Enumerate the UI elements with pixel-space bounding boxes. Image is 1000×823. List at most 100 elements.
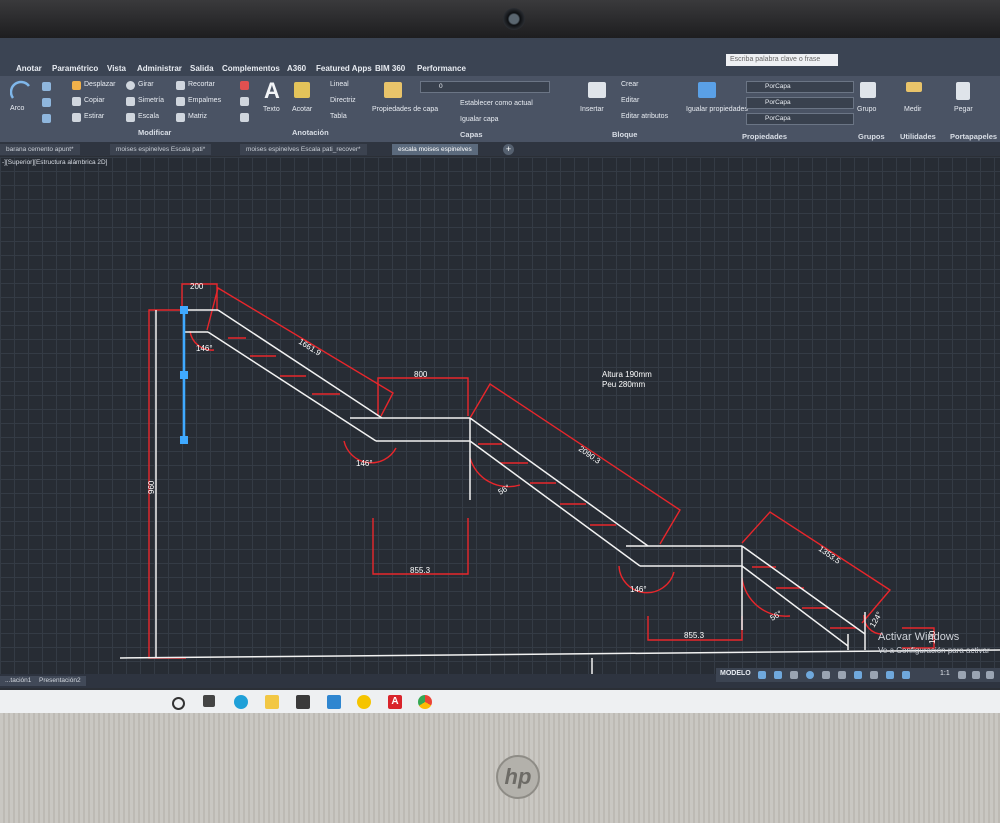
new-tab-plus-icon[interactable]: + [503,144,514,155]
osnap-icon[interactable] [822,671,830,679]
dim-height-total[interactable]: 960 [147,480,156,494]
workspace-gear-icon[interactable] [958,671,966,679]
annotation-visibility-icon[interactable] [886,671,894,679]
insert-button[interactable]: Insertar [580,106,604,113]
measure-button[interactable]: Medir [904,106,922,113]
fillet-button[interactable]: Empalmes [188,97,221,104]
tab-performance[interactable]: Performance [417,64,466,73]
edit-attributes-button[interactable]: Editar atributos [621,113,668,120]
scale-button[interactable]: Escala [138,113,159,120]
move-button[interactable]: Desplazar [84,81,116,88]
plus-icon[interactable] [972,671,980,679]
array-button[interactable]: Matriz [188,113,207,120]
group-icon[interactable] [860,82,876,98]
autoscale-icon[interactable] [902,671,910,679]
group-label-modificar[interactable]: Modificar [138,128,171,137]
store-icon[interactable] [296,695,310,709]
doc-tab-escala-pati[interactable]: moises espinelves Escala pati* [110,144,212,155]
layer-dropdown[interactable]: 0 [420,81,550,93]
dim-base-855-b[interactable]: 855.3 [684,631,705,640]
grid-icon[interactable] [758,671,766,679]
match-properties-icon[interactable] [698,82,716,98]
note-peu[interactable]: Peu 280mm [602,380,645,389]
match-properties-button[interactable]: Igualar propiedades [686,106,748,113]
doc-tab-barana[interactable]: barana cemento apunt* [0,144,80,155]
transparency-icon[interactable] [870,671,878,679]
linetype-dropdown[interactable]: PorCapa [746,97,854,109]
edit-block-button[interactable]: Editar [621,97,639,104]
group-label-portapapeles[interactable]: Portapapeles [950,132,997,141]
snap-icon[interactable] [774,671,782,679]
lineweight-dropdown[interactable]: PorCapa [746,113,854,125]
mail-icon[interactable] [327,695,341,709]
group-label-bloque[interactable]: Bloque [612,130,637,139]
group-label-anotacion[interactable]: Anotación [292,128,329,137]
arc-button[interactable]: Arco [10,105,24,112]
group-label-grupos[interactable]: Grupos [858,132,885,141]
dim-flight3-length[interactable]: 1353.5 [817,544,843,566]
copy-button[interactable]: Copiar [84,97,105,104]
tab-a360[interactable]: A360 [287,64,306,73]
tab-parametrico[interactable]: Paramétrico [52,64,98,73]
rectangle-icon[interactable] [42,114,51,123]
group-label-capas[interactable]: Capas [460,130,483,139]
drawing-canvas[interactable]: -][Superior][Estructura alámbrica 2D] 20… [0,157,1000,674]
dim-angle-146-c[interactable]: 146° [630,585,647,594]
polyline-icon[interactable] [42,82,51,91]
paste-icon[interactable] [956,82,970,100]
layout-tab-2[interactable]: Presentación2 [34,676,86,686]
leader-button[interactable]: Directriz [330,97,356,104]
paste-button[interactable]: Pegar [954,106,973,113]
offset-icon[interactable] [240,113,249,122]
tab-vista[interactable]: Vista [107,64,126,73]
doc-tab-escala-pati-recover[interactable]: moises espinelves Escala pati_recover* [240,144,367,155]
norton-icon[interactable] [357,695,371,709]
file-explorer-icon[interactable] [265,695,279,709]
match-layer-button[interactable]: Igualar capa [460,116,499,123]
text-icon[interactable]: A [264,78,280,104]
tab-salida[interactable]: Salida [190,64,214,73]
customize-icon[interactable] [986,671,994,679]
tab-complementos[interactable]: Complementos [222,64,280,73]
linear-button[interactable]: Lineal [330,81,349,88]
dim-angle-146-a[interactable]: 146° [196,344,213,353]
autocad-icon[interactable]: A [388,695,402,709]
dim-flight2-length[interactable]: 2090.3 [577,444,603,466]
polar-icon[interactable] [806,671,814,679]
dim-angle-56-b[interactable]: 56° [769,609,784,623]
set-current-button[interactable]: Establecer como actual [460,100,533,107]
dim-angle-146-b[interactable]: 146° [356,459,373,468]
doc-tab-escala-moises[interactable]: escala moises espinelves [392,144,478,155]
tab-anotar[interactable]: Anotar [16,64,42,73]
layer-properties-icon[interactable] [384,82,402,98]
text-button[interactable]: Texto [263,106,280,113]
edge-icon[interactable] [234,695,248,709]
cortana-icon[interactable] [172,697,185,710]
dim-flight1-length[interactable]: 1661.9 [297,337,323,358]
group-label-utilidades[interactable]: Utilidades [900,132,936,141]
dimension-icon[interactable] [294,82,310,98]
create-block-button[interactable]: Crear [621,81,639,88]
table-button[interactable]: Tabla [330,113,347,120]
rotate-button[interactable]: Girar [138,81,154,88]
group-label-propiedades[interactable]: Propiedades [742,132,787,141]
chrome-icon[interactable] [418,695,432,709]
task-view-icon[interactable] [203,695,215,707]
dim-base-855-a[interactable]: 855.3 [410,566,431,575]
circle-icon[interactable] [42,98,51,107]
note-altura[interactable]: Altura 190mm [602,370,652,379]
group-button[interactable]: Grupo [857,106,876,113]
trim-button[interactable]: Recortar [188,81,215,88]
dim-landing1-width[interactable]: 800 [414,370,428,379]
dimension-button[interactable]: Acotar [292,106,312,113]
model-space-toggle[interactable]: MODELO [720,670,751,677]
otrack-icon[interactable] [838,671,846,679]
arc-icon[interactable] [10,80,32,102]
ortho-icon[interactable] [790,671,798,679]
color-dropdown[interactable]: PorCapa [746,81,854,93]
stretch-button[interactable]: Estirar [84,113,104,120]
explode-icon[interactable] [240,97,249,106]
annotation-scale[interactable]: 1:1 [940,670,950,677]
tab-bim360[interactable]: BIM 360 [375,64,405,73]
tab-featured-apps[interactable]: Featured Apps [316,64,372,73]
